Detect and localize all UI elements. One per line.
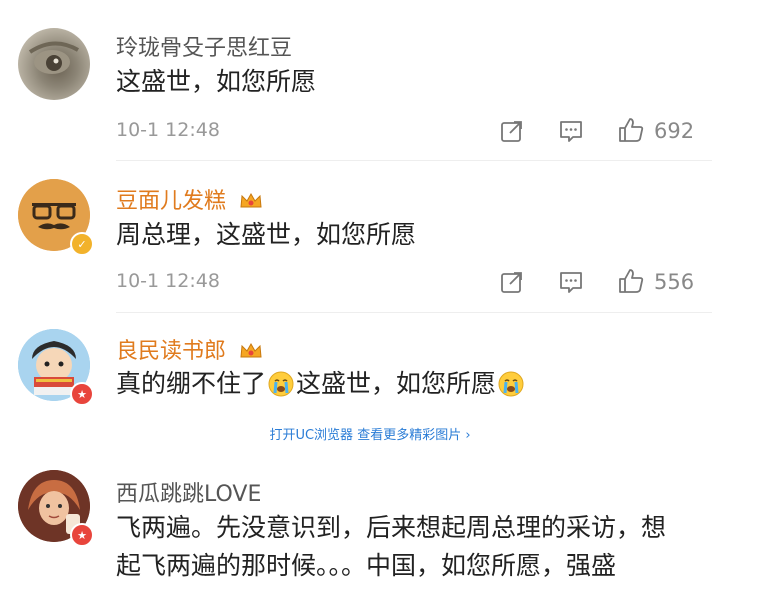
crown-icon [240, 342, 262, 358]
like-count: 556 [654, 270, 695, 294]
comment-icon[interactable] [558, 269, 584, 295]
comment-text: 真的绷不住了 这盛世，如您所愿 [116, 364, 526, 404]
comment-text-part: 真的绷不住了 [116, 369, 267, 398]
divider [116, 160, 712, 161]
divider [116, 312, 712, 313]
avatar-image [28, 41, 80, 74]
crying-emoji [268, 371, 294, 397]
username[interactable]: 西瓜跳跳LOVE [116, 476, 261, 508]
open-uc-browser-link[interactable]: 打开UC浏览器 查看更多精彩图片 › [0, 424, 740, 443]
comment-text-line: 飞两遍。先没意识到，后来想起周总理的采访，想 [116, 513, 667, 542]
username[interactable]: 玲珑骨殳子思红豆 [116, 30, 292, 62]
avatar[interactable] [18, 28, 90, 100]
like-count: 692 [654, 119, 695, 143]
crown-icon [240, 192, 262, 208]
like-icon[interactable] [617, 267, 645, 295]
share-icon[interactable] [499, 118, 525, 144]
like-icon[interactable] [617, 116, 645, 144]
username[interactable]: 豆面儿发糕 [116, 183, 263, 215]
comment-icon[interactable] [558, 118, 584, 144]
timestamp: 10-1 12:48 [116, 270, 220, 292]
verified-badge: ✓ [70, 232, 94, 256]
verified-badge: ★ [70, 382, 94, 406]
comment-text-part: 这盛世，如您所愿 [296, 369, 497, 398]
username[interactable]: 良民读书郎 [116, 333, 263, 365]
crying-emoji [498, 371, 524, 397]
username-text: 豆面儿发糕 [116, 189, 227, 214]
verified-badge: ★ [70, 523, 94, 547]
comment-text: 周总理，这盛世，如您所愿 [116, 220, 417, 249]
share-icon[interactable] [499, 269, 525, 295]
comment-text: 这盛世，如您所愿 [116, 67, 317, 96]
comment-text-line: 起飞两遍的那时候。。。中国，如您所愿，强盛 [116, 551, 617, 580]
timestamp: 10-1 12:48 [116, 119, 220, 141]
username-text: 良民读书郎 [116, 339, 227, 364]
